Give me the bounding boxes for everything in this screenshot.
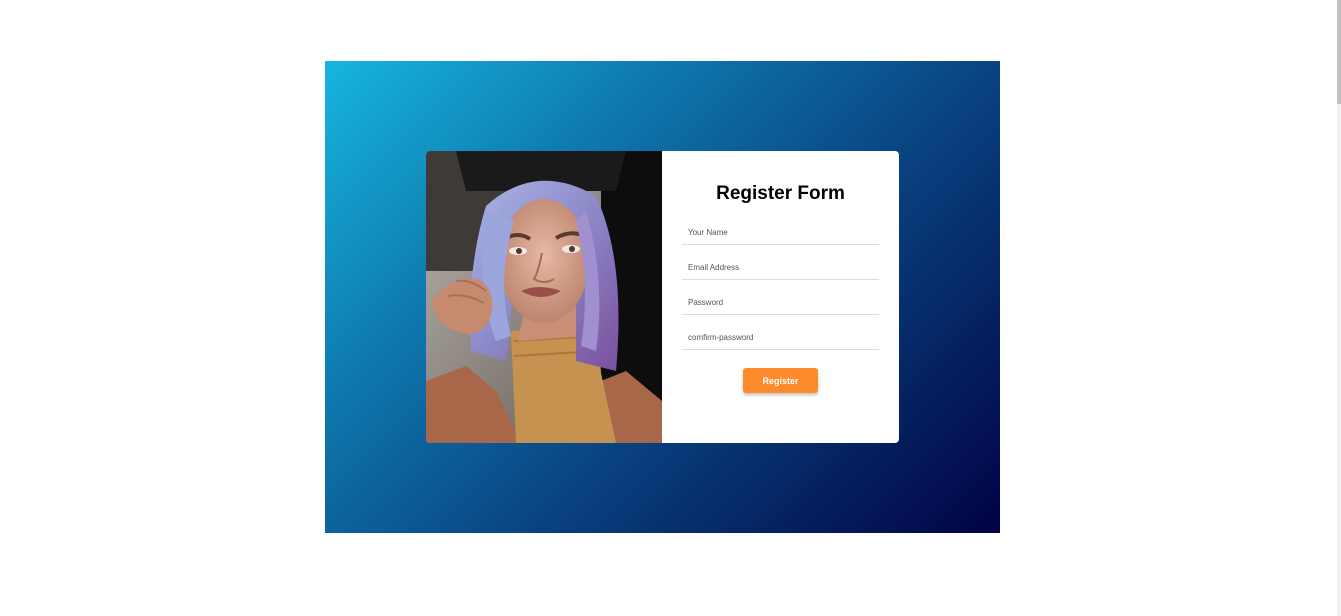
email-input[interactable] (682, 256, 879, 280)
gradient-background: Register Form Register (325, 61, 1000, 533)
page: Register Form Register (0, 0, 1341, 616)
register-button[interactable]: Register (743, 368, 818, 393)
form-title: Register Form (716, 183, 845, 204)
scrollbar[interactable] (1337, 0, 1341, 616)
name-input[interactable] (682, 221, 879, 245)
form-section: Register Form Register (662, 151, 899, 443)
portrait-illustration (426, 151, 662, 443)
scrollbar-thumb[interactable] (1337, 0, 1341, 104)
register-card: Register Form Register (426, 151, 899, 443)
portrait-photo (426, 151, 662, 443)
confirm-password-input[interactable] (682, 326, 879, 350)
password-input[interactable] (682, 291, 879, 315)
